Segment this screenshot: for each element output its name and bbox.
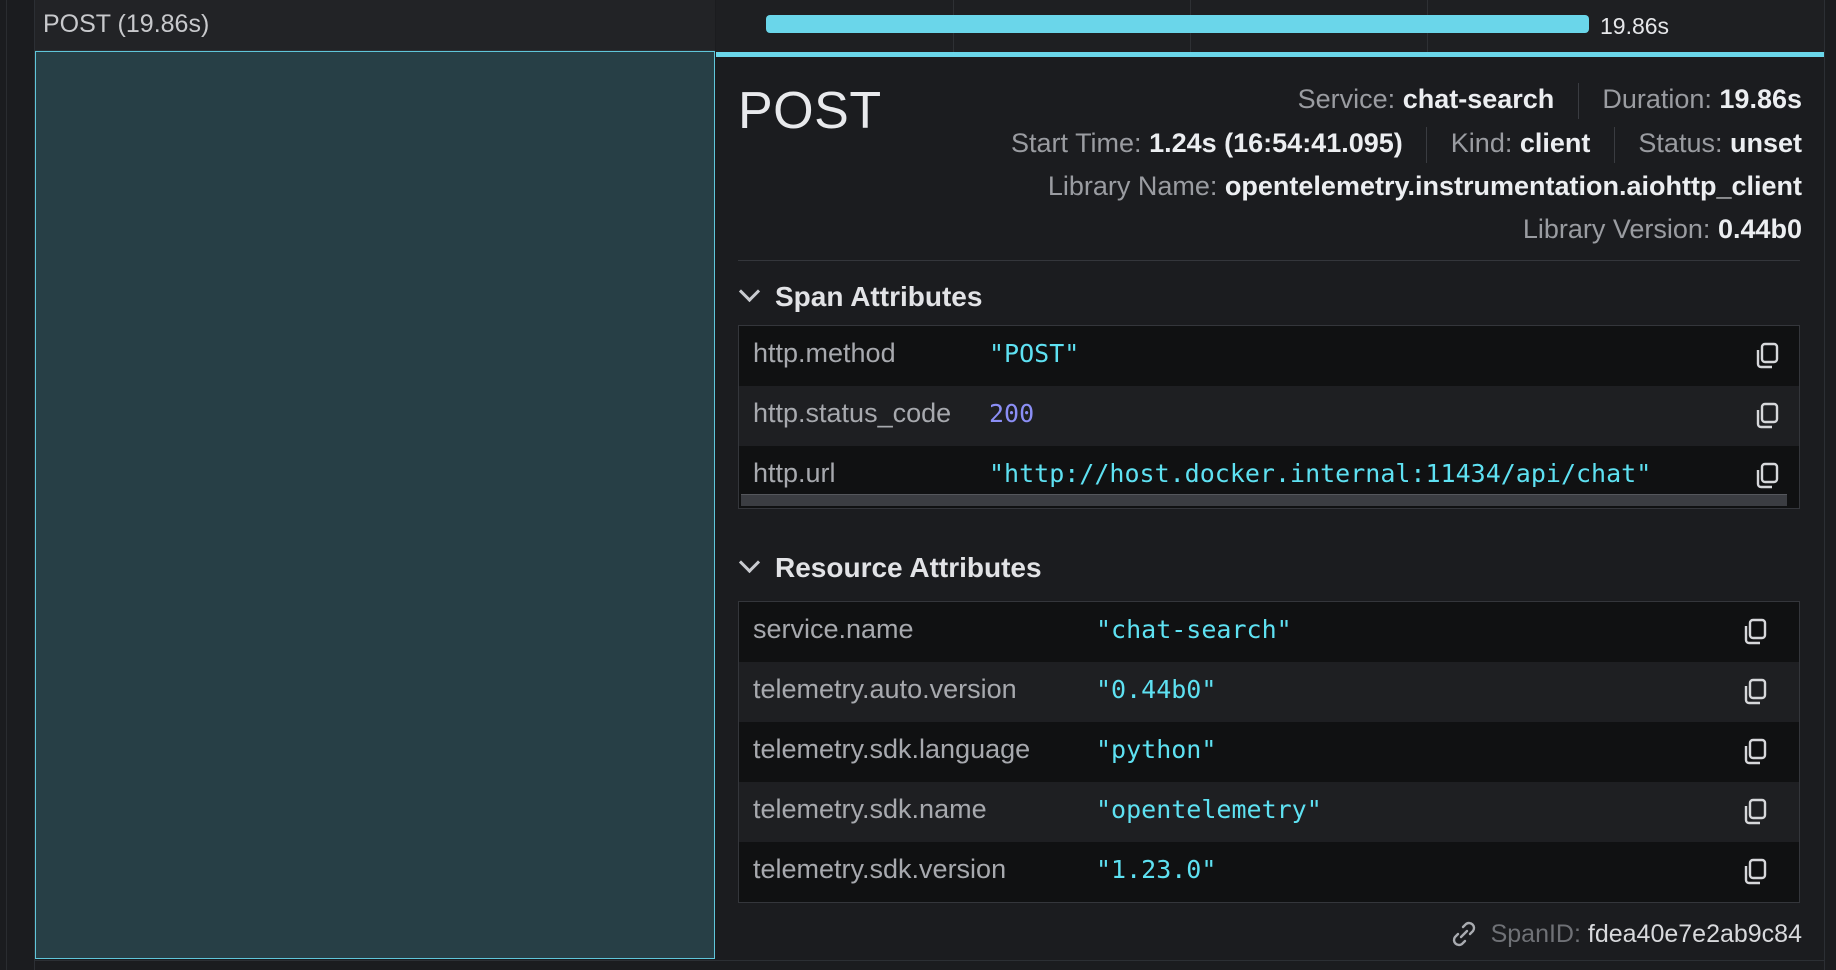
meta-start-kind-status: Start Time: 1.24s (16:54:41.095) Kind: c… (1011, 127, 1802, 163)
trace-view: POST (19.86s) 19.86s POST Service: chat-… (0, 0, 1836, 970)
divider (1613, 127, 1615, 163)
library-version-value: 0.44b0 (1717, 214, 1802, 244)
kind-label: Kind: (1450, 128, 1513, 159)
status-value: unset (1729, 128, 1802, 159)
span-duration-bar[interactable] (766, 15, 1589, 33)
library-name-label: Library Name: (1047, 171, 1218, 201)
table-row: http.method "POST" (739, 326, 1799, 386)
status-label: Status: (1638, 128, 1723, 159)
copy-icon[interactable] (1741, 617, 1769, 647)
span-attributes-title: Span Attributes (775, 281, 983, 312)
table-row: telemetry.sdk.language "python" (739, 722, 1799, 782)
attribute-key: http.method (753, 338, 896, 368)
attribute-value: "python" (1096, 735, 1217, 764)
attribute-value: "http://host.docker.internal:11434/api/c… (989, 459, 1652, 488)
library-name-value: opentelemetry.instrumentation.aiohttp_cl… (1224, 171, 1802, 201)
table-row: service.name "chat-search" (739, 602, 1799, 662)
copy-icon[interactable] (1753, 461, 1781, 491)
selected-span-panel (35, 51, 715, 959)
duration-label: Duration: (1602, 84, 1712, 115)
attribute-value: "0.44b0" (1096, 675, 1217, 704)
attribute-value: "1.23.0" (1096, 855, 1217, 884)
copy-icon[interactable] (1741, 857, 1769, 887)
left-gutter (0, 0, 35, 970)
span-duration-label: 19.86s (1600, 13, 1670, 39)
right-edge (1824, 0, 1836, 970)
kind-value: client (1519, 128, 1591, 159)
span-id-link[interactable]: SpanID: fdea40e7e2ab9c84 (1448, 920, 1802, 949)
copy-icon[interactable] (1741, 677, 1769, 707)
chevron-down-icon (738, 551, 761, 574)
span-details: POST Service: chat-search Duration: 19.8… (716, 57, 1824, 960)
table-row: telemetry.sdk.version "1.23.0" (739, 842, 1799, 902)
meta-library-version: Library Version: 0.44b0 (1523, 214, 1802, 245)
span-attributes-toggle[interactable]: Span Attributes (738, 280, 983, 313)
resource-attributes-table: service.name "chat-search" telemetry.aut… (738, 601, 1800, 903)
span-row-header[interactable]: POST (19.86s) (35, 0, 715, 51)
bottom-row-divider (35, 960, 1824, 970)
operation-title: POST (738, 82, 882, 140)
library-version-label: Library Version: (1522, 214, 1711, 244)
span-timeline[interactable]: 19.86s (716, 0, 1824, 57)
span-id-label: SpanID: (1490, 920, 1581, 948)
copy-icon[interactable] (1741, 797, 1769, 827)
span-id-value: fdea40e7e2ab9c84 (1587, 920, 1802, 948)
resource-attributes-title: Resource Attributes (775, 552, 1042, 583)
table-row: telemetry.auto.version "0.44b0" (739, 662, 1799, 722)
attribute-key: telemetry.auto.version (753, 674, 1017, 704)
table-row: telemetry.sdk.name "opentelemetry" (739, 782, 1799, 842)
copy-icon[interactable] (1741, 737, 1769, 767)
attribute-value: 200 (989, 399, 1035, 428)
attribute-value: "chat-search" (1096, 615, 1292, 644)
attribute-key: http.url (753, 458, 836, 488)
service-label: Service: (1297, 84, 1396, 115)
horizontal-scrollbar[interactable] (741, 494, 1787, 506)
attribute-value: "opentelemetry" (1096, 795, 1322, 824)
divider (1426, 127, 1428, 163)
attribute-key: http.status_code (753, 398, 952, 428)
divider (738, 260, 1800, 261)
duration-value: 19.86s (1719, 84, 1802, 115)
service-value: chat-search (1402, 84, 1555, 115)
attribute-key: telemetry.sdk.version (753, 854, 1007, 884)
gutter-line (6, 0, 7, 970)
meta-library-name: Library Name: opentelemetry.instrumentat… (1048, 171, 1802, 202)
start-time-value: 1.24s (16:54:41.095) (1149, 128, 1403, 159)
attribute-value: "POST" (989, 339, 1080, 368)
attribute-key: telemetry.sdk.language (753, 734, 1031, 764)
attribute-key: service.name (753, 614, 914, 644)
copy-icon[interactable] (1753, 341, 1781, 371)
resource-attributes-toggle[interactable]: Resource Attributes (738, 551, 1042, 584)
copy-icon[interactable] (1753, 401, 1781, 431)
span-attributes-table: http.method "POST" http.status_code 200 … (738, 325, 1800, 509)
meta-service-duration: Service: chat-search Duration: 19.86s (1298, 83, 1802, 119)
attribute-key: telemetry.sdk.name (753, 794, 987, 824)
table-row: http.status_code 200 (739, 386, 1799, 446)
span-row-label: POST (19.86s) (43, 10, 210, 38)
divider (1577, 83, 1579, 119)
chevron-down-icon (738, 280, 761, 303)
link-icon (1452, 921, 1475, 947)
start-time-label: Start Time: (1011, 128, 1142, 159)
